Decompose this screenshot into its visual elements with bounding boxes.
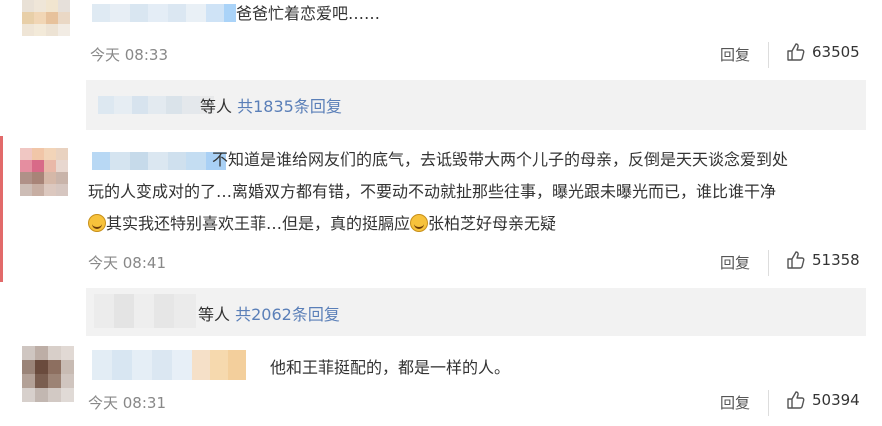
reply-count-link[interactable]: 等人 共1835条回复	[200, 93, 342, 117]
smile-emoji-icon	[88, 214, 106, 232]
replier-names-blurred	[94, 294, 196, 328]
like-count: 51358	[812, 251, 860, 269]
replier-names-blurred	[98, 96, 214, 114]
comment-time: 今天 08:31	[88, 394, 166, 412]
comment-text: 爸爸忙着恋爱吧……	[236, 4, 381, 23]
smile-emoji-icon	[410, 214, 429, 232]
like-button[interactable]: 63505	[786, 42, 860, 62]
comment-text-segment: 张柏芝好母亲无疑	[428, 214, 557, 233]
reply-button[interactable]: 回复	[720, 252, 750, 273]
username-blurred[interactable]	[92, 4, 236, 22]
reply-button[interactable]: 回复	[720, 392, 750, 413]
reply-count[interactable]: 共2062条回复	[235, 305, 340, 324]
thumbs-up-icon	[787, 251, 805, 269]
like-count: 63505	[812, 43, 860, 61]
reply-suffix: 等人	[198, 305, 231, 324]
divider	[768, 390, 769, 416]
reply-thread[interactable]: 等人 共1835条回复	[86, 80, 866, 130]
comment-text-line-1: 不知道是谁给网友们的底气，去诋毁带大两个儿子的母亲，反倒是天天谈念爱到处	[212, 150, 789, 169]
like-count: 50394	[812, 391, 860, 409]
reply-count[interactable]: 共1835条回复	[237, 97, 342, 116]
comment-time: 今天 08:41	[88, 254, 166, 272]
comment-time: 今天 08:33	[90, 46, 168, 64]
thumbs-up-icon	[787, 43, 805, 61]
username-blurred[interactable]	[92, 350, 246, 380]
avatar[interactable]	[20, 148, 68, 196]
reply-count-link[interactable]: 等人 共2062条回复	[198, 301, 340, 325]
highlight-bar	[0, 136, 3, 282]
comment-text-line-2: 玩的人变成对的了…离婚双方都有错，不要动不动就扯那些往事，曝光跟未曝光而已，谁比…	[88, 182, 777, 201]
comment-text: 他和王菲挺配的，都是一样的人。	[270, 358, 511, 377]
like-button[interactable]: 51358	[786, 250, 860, 270]
divider	[768, 42, 769, 68]
thumbs-up-icon	[787, 391, 805, 409]
avatar[interactable]	[22, 0, 70, 36]
divider	[768, 250, 769, 276]
avatar[interactable]	[22, 346, 74, 402]
username-blurred[interactable]	[92, 152, 226, 170]
reply-button[interactable]: 回复	[720, 44, 750, 65]
like-button[interactable]: 50394	[786, 390, 860, 410]
reply-suffix: 等人	[200, 97, 233, 116]
comment-text-segment: 其实我还特别喜欢王菲…但是，真的挺膈应	[106, 214, 411, 233]
reply-thread[interactable]: 等人 共2062条回复	[86, 288, 866, 336]
comment-text-line-3: 其实我还特别喜欢王菲…但是，真的挺膈应 张柏芝好母亲无疑	[88, 208, 556, 239]
